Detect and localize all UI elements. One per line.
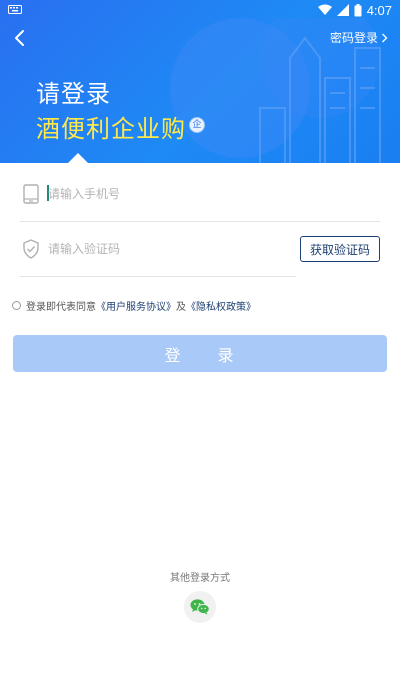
status-time: 4:07 bbox=[366, 2, 392, 18]
shield-check-icon bbox=[23, 239, 39, 259]
password-login-label: 密码登录 bbox=[329, 31, 378, 45]
header-notch bbox=[68, 153, 88, 163]
agreement-and: 及 bbox=[176, 302, 186, 313]
chevron-right-icon bbox=[382, 33, 388, 42]
enterprise-badge: 企 bbox=[189, 117, 205, 133]
wechat-login-button[interactable] bbox=[184, 591, 216, 623]
page-title: 请登录 bbox=[36, 80, 111, 108]
signal-icon bbox=[336, 4, 349, 16]
battery-icon bbox=[354, 3, 362, 16]
login-button[interactable]: 登 录 bbox=[13, 335, 387, 372]
status-bar: 4:07 bbox=[0, 0, 400, 20]
keyboard-icon bbox=[8, 5, 22, 14]
verification-code-input[interactable] bbox=[48, 239, 288, 259]
agreement-prefix: 登录即代表同意 bbox=[26, 302, 96, 313]
phone-icon bbox=[23, 184, 39, 204]
login-header: 4:07 密码登录 请登录 酒便利企业购 企 bbox=[0, 0, 400, 163]
privacy-link[interactable]: 《隐私权政策》 bbox=[186, 298, 256, 313]
agreement-row: 登录即代表同意 《用户服务协议》 及 《隐私权政策》 bbox=[12, 298, 256, 313]
other-login-label: 其他登录方式 bbox=[170, 573, 230, 584]
brand-title: 酒便利企业购 bbox=[36, 115, 186, 143]
agree-radio[interactable] bbox=[12, 301, 21, 310]
wechat-icon bbox=[190, 599, 210, 615]
password-login-link[interactable]: 密码登录 bbox=[330, 29, 388, 46]
back-arrow-icon[interactable] bbox=[8, 26, 32, 50]
terms-link[interactable]: 《用户服务协议》 bbox=[96, 298, 176, 313]
phone-input[interactable] bbox=[48, 184, 288, 204]
code-row bbox=[20, 221, 296, 277]
phone-row bbox=[20, 166, 380, 222]
get-code-button[interactable]: 获取验证码 bbox=[300, 236, 380, 262]
wifi-icon bbox=[317, 4, 332, 15]
